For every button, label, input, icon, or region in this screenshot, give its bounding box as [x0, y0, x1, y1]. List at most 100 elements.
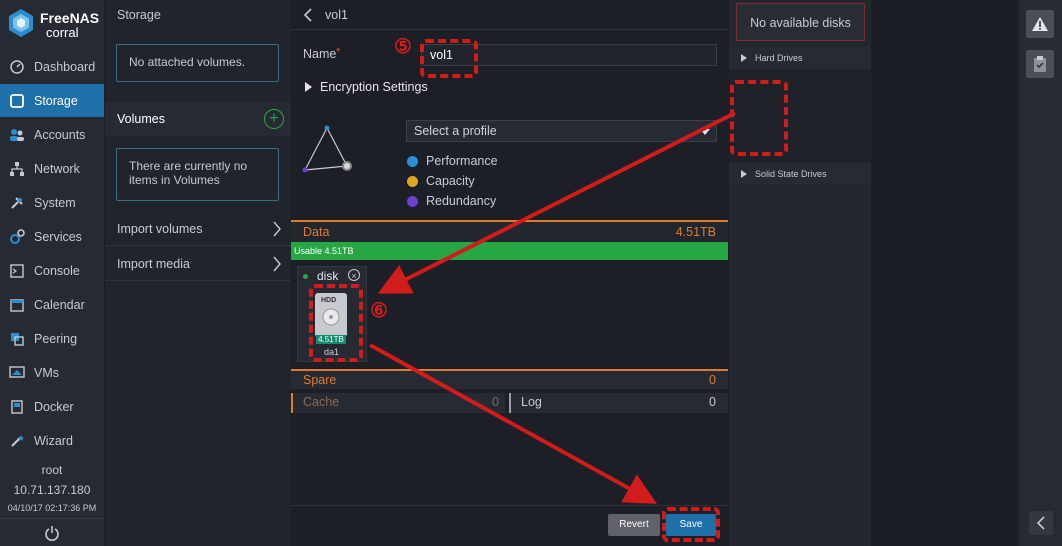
- services-icon: [8, 228, 26, 246]
- nav-item-docker[interactable]: Docker: [0, 390, 104, 423]
- back-chevron-icon[interactable]: [303, 8, 313, 22]
- nav-item-network[interactable]: Network: [0, 152, 104, 185]
- revert-button[interactable]: Revert: [608, 514, 660, 536]
- required-mark: *: [336, 46, 341, 58]
- volumes-empty-box: There are currently no items in Volumes: [116, 148, 279, 201]
- accounts-icon: [8, 126, 26, 144]
- dashboard-icon: [8, 58, 26, 76]
- nav-item-system[interactable]: System: [0, 186, 104, 219]
- import-volumes-label: Import volumes: [117, 221, 203, 236]
- nav-item-console[interactable]: Console: [0, 254, 104, 287]
- user-name: root: [41, 463, 63, 477]
- encryption-toggle[interactable]: Encryption Settings: [305, 80, 428, 94]
- cache-section[interactable]: Cache 0: [291, 393, 505, 413]
- legend-label: Performance: [426, 154, 498, 168]
- nav-label: Docker: [34, 399, 74, 414]
- vms-icon: [8, 364, 26, 382]
- nav-label: Dashboard: [34, 59, 96, 74]
- tasks-button[interactable]: [1026, 50, 1054, 78]
- collapse-panel-button[interactable]: [1029, 511, 1053, 535]
- import-volumes-item[interactable]: Import volumes: [105, 212, 291, 246]
- plus-icon: +: [269, 110, 279, 127]
- nav-label: Console: [34, 263, 80, 278]
- storage-panel-title: Storage: [117, 8, 161, 22]
- ssd-header[interactable]: Solid State Drives: [729, 163, 871, 185]
- dropdown-caret-icon: [700, 129, 710, 135]
- nav-item-vms[interactable]: VMs: [0, 356, 104, 389]
- volumes-label: Volumes: [117, 112, 165, 126]
- warning-icon: [1032, 17, 1048, 31]
- spare-section[interactable]: Spare 0: [291, 369, 728, 389]
- highlight-disk: [309, 284, 363, 362]
- step-6-marker: ⑥: [370, 300, 388, 322]
- cache-value: 0: [492, 395, 499, 409]
- highlight-hard-drive-slot: [730, 80, 788, 156]
- nav-item-services[interactable]: Services: [0, 220, 104, 253]
- hard-drives-header[interactable]: Hard Drives: [729, 47, 871, 69]
- attached-volumes-box: No attached volumes.: [116, 44, 279, 82]
- nav-item-wizard[interactable]: Wizard: [0, 424, 104, 457]
- ssd-label: Solid State Drives: [755, 169, 827, 179]
- nav-item-accounts[interactable]: Accounts: [0, 118, 104, 151]
- chevron-left-icon: [1036, 516, 1045, 530]
- usage-bar: Usable 4.51TB: [291, 242, 728, 260]
- freenas-logo: FreeNAS corral: [8, 8, 104, 42]
- nav-label: System: [34, 195, 76, 210]
- spare-value: 0: [709, 373, 716, 387]
- storage-icon: [8, 92, 26, 110]
- highlight-save-button: [662, 507, 720, 542]
- volume-form: vol1 Name * Encryption Settings Select a…: [291, 0, 728, 546]
- docker-icon: [8, 398, 26, 416]
- legend-capacity: Capacity: [407, 174, 475, 188]
- volumes-header: Volumes +: [105, 102, 291, 136]
- logo-icon: [9, 9, 33, 37]
- network-icon: [8, 160, 26, 178]
- logo-title: FreeNAS: [40, 10, 100, 26]
- close-icon: ×: [351, 271, 357, 281]
- wizard-icon: [8, 432, 26, 450]
- nav-item-peering[interactable]: Peering: [0, 322, 104, 355]
- nav-label: Accounts: [34, 127, 86, 142]
- nav-item-calendar[interactable]: Calendar: [0, 288, 104, 321]
- nav-label: Peering: [34, 331, 78, 346]
- expand-triangle-icon: [305, 82, 312, 92]
- data-label: Data: [303, 225, 330, 239]
- log-label: Log: [521, 395, 542, 409]
- remove-disk-button[interactable]: ×: [348, 269, 360, 281]
- breadcrumb: vol1: [325, 8, 348, 22]
- legend-redundancy: Redundancy: [407, 194, 496, 208]
- profile-select[interactable]: Select a profile: [406, 120, 717, 142]
- highlight-name-field: [420, 39, 478, 78]
- nav-label: VMs: [34, 365, 59, 380]
- disk-group-label: disk: [317, 269, 339, 283]
- power-button[interactable]: [0, 518, 104, 546]
- log-value: 0: [709, 395, 716, 409]
- name-label: Name: [303, 47, 337, 61]
- no-attached-text: No attached volumes.: [129, 55, 246, 69]
- console-icon: [8, 262, 26, 280]
- main-nav: FreeNAS corral Dashboard Storage Account…: [0, 0, 104, 546]
- log-section[interactable]: Log 0: [509, 393, 728, 413]
- performance-dot-icon: [407, 155, 418, 167]
- no-items-text: There are currently no items in Volumes: [129, 159, 248, 187]
- expand-triangle-icon: [741, 170, 747, 178]
- data-section-header: Data 4.51TB: [291, 220, 728, 242]
- nav-item-dashboard[interactable]: Dashboard: [0, 50, 104, 83]
- alerts-button[interactable]: [1026, 10, 1054, 38]
- system-icon: [8, 194, 26, 212]
- spare-label: Spare: [303, 373, 337, 387]
- nav-label: Wizard: [34, 433, 73, 448]
- add-volume-button[interactable]: +: [264, 109, 284, 129]
- expand-triangle-icon: [741, 54, 747, 62]
- import-media-item[interactable]: Import media: [105, 247, 291, 281]
- import-media-label: Import media: [117, 256, 190, 271]
- server-ip: 10.71.137.180: [13, 483, 91, 497]
- profile-select-value: Select a profile: [414, 124, 497, 138]
- capacity-dot-icon: [407, 175, 418, 187]
- server-datetime: 04/10/17 02:17:36 PM: [7, 503, 97, 513]
- chevron-right-icon: [273, 256, 281, 271]
- footer-divider: [291, 505, 728, 506]
- nav-item-storage[interactable]: Storage: [0, 84, 104, 117]
- nav-label: Network: [34, 161, 80, 176]
- nav-label: Calendar: [34, 297, 85, 312]
